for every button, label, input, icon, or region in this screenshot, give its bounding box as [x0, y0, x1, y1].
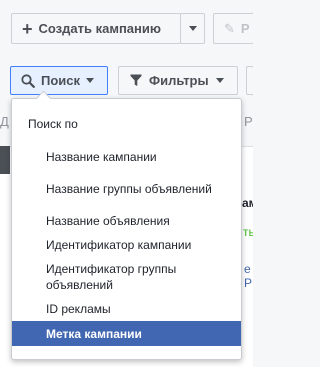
table-cell-status: ть	[243, 225, 253, 239]
caret-down-icon	[86, 78, 95, 83]
create-campaign-dropdown-button[interactable]	[180, 13, 205, 44]
menu-item-ad-name[interactable]: Название объявления	[12, 209, 241, 233]
search-label: Поиск	[41, 73, 81, 88]
menu-item-campaign-id[interactable]: Идентификатор кампании	[12, 233, 241, 257]
search-by-dropdown-menu: Поиск по Название кампании Название груп…	[11, 90, 242, 360]
search-by-header: Поиск по	[28, 117, 78, 131]
edit-label: Р	[240, 21, 250, 36]
pencil-icon: ✎	[224, 20, 235, 36]
magnifier-icon	[21, 73, 35, 88]
table-cell-link[interactable]: е Р	[244, 262, 253, 290]
table-column-header: ампа	[242, 196, 253, 210]
caret-down-icon	[188, 26, 197, 31]
toolbar-extra-button[interactable]	[246, 66, 253, 95]
create-campaign-button[interactable]: + Создать кампанию	[11, 13, 181, 44]
caret-down-icon	[215, 78, 224, 83]
search-button[interactable]: Поиск	[10, 66, 108, 95]
menu-item-adset-id[interactable]: Идентификатор группы объявлений	[12, 257, 241, 297]
create-campaign-label: Создать кампанию	[38, 21, 161, 36]
search-by-options: Название кампании Название группы объявл…	[12, 145, 241, 346]
menu-item-campaign-tag[interactable]: Метка кампании	[12, 321, 241, 346]
ads-manager-page: + Создать кампанию ✎ Р Поиск Фильтры Д Р	[0, 0, 253, 367]
filters-button[interactable]: Фильтры	[118, 66, 238, 95]
plus-icon: +	[22, 18, 33, 39]
background-text-fragment: Д	[0, 114, 9, 129]
funnel-icon	[130, 74, 142, 87]
menu-item-campaign-name[interactable]: Название кампании	[12, 145, 241, 169]
edit-button[interactable]: ✎ Р	[213, 13, 253, 44]
background-text-fragment: Р	[244, 114, 253, 129]
menu-item-ad-id[interactable]: ID рекламы	[12, 297, 241, 321]
table-header-cell	[0, 146, 10, 174]
menu-item-adset-name[interactable]: Название группы объявлений	[12, 169, 241, 209]
filters-label: Фильтры	[149, 73, 209, 88]
